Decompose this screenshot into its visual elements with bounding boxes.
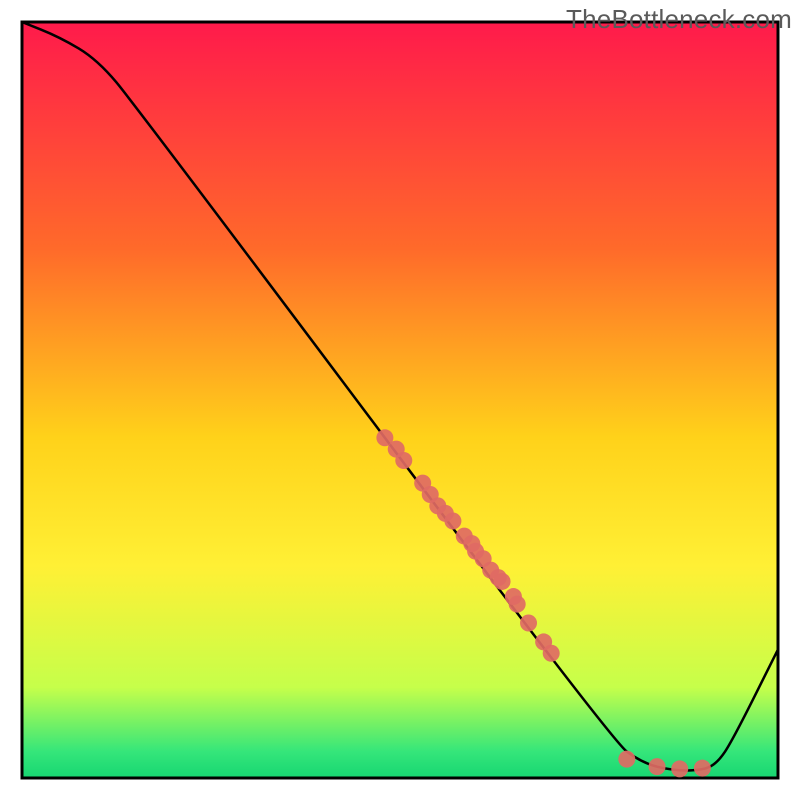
plot-background: [22, 22, 778, 778]
data-point: [543, 645, 560, 662]
bottleneck-chart: [0, 0, 800, 800]
data-point: [694, 760, 711, 777]
data-point: [649, 758, 666, 775]
data-point: [494, 573, 511, 590]
chart-container: TheBottleneck.com: [0, 0, 800, 800]
data-point: [509, 596, 526, 613]
data-point: [444, 512, 461, 529]
data-point: [618, 751, 635, 768]
data-point: [520, 615, 537, 632]
data-point: [671, 760, 688, 777]
data-point: [395, 452, 412, 469]
watermark-text: TheBottleneck.com: [566, 4, 792, 35]
